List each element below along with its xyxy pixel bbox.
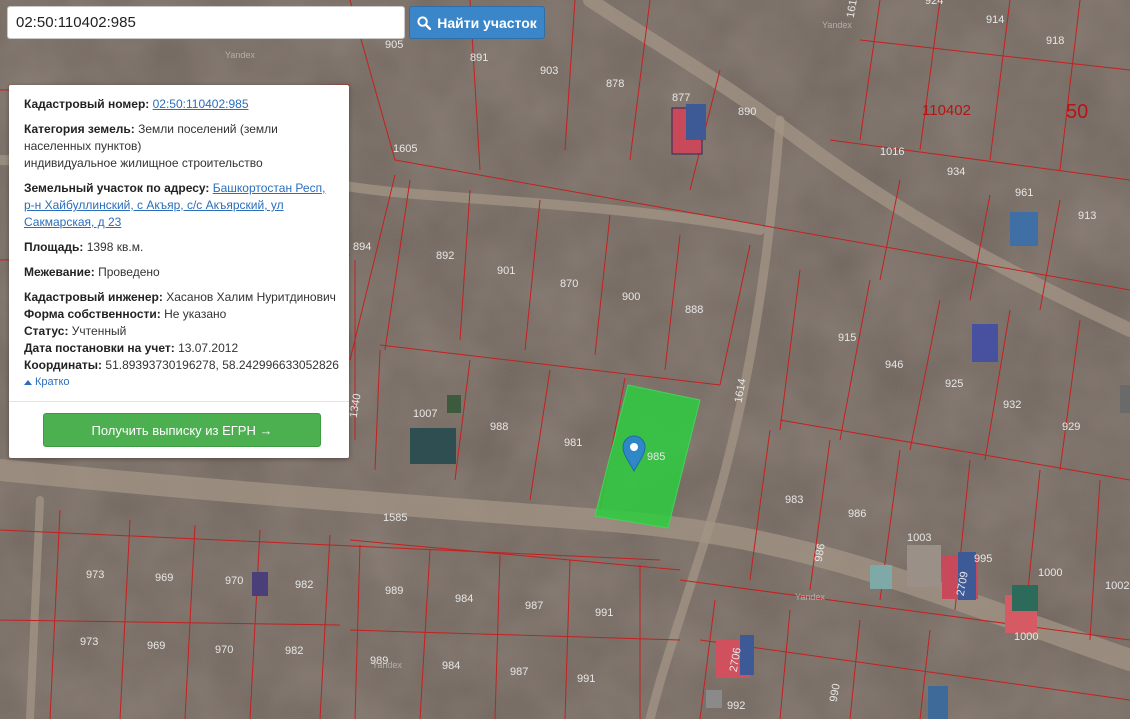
plot-label: 891: [470, 52, 488, 64]
plot-label: 1003: [907, 532, 931, 544]
plot-label: 901: [497, 265, 515, 277]
plot-label: 892: [436, 250, 454, 262]
map-watermark: Yandex: [822, 20, 852, 30]
plot-label: 914: [986, 14, 1004, 26]
plot-label: 903: [540, 65, 558, 77]
survey-label: Межевание:: [24, 265, 95, 279]
map-watermark: Yandex: [372, 660, 402, 670]
address-link-cont[interactable]: р-н Хайбуллинский, с Акъяр, с/с Акъярски…: [24, 198, 284, 212]
engineer-label: Кадастровый инженер:: [24, 290, 163, 304]
collapse-label: Кратко: [35, 376, 70, 388]
find-parcel-button[interactable]: Найти участок: [409, 6, 545, 39]
plot-label: 992: [727, 700, 745, 712]
plot-label: 1000: [1038, 567, 1062, 579]
plot-label: 932: [1003, 399, 1021, 411]
plot-label: 991: [595, 607, 613, 619]
plot-label: 969: [147, 640, 165, 652]
plot-label: 970: [225, 575, 243, 587]
address-label: Земельный участок по адресу:: [24, 181, 210, 195]
plot-label: 915: [838, 332, 856, 344]
plot-label: 970: [215, 644, 233, 656]
plot-label: 984: [442, 660, 460, 672]
plot-label: 1007: [413, 408, 437, 420]
plot-label: 973: [86, 569, 104, 581]
engineer-value: Хасанов Халим Нуритдинович: [166, 290, 336, 304]
plot-label: 973: [80, 636, 98, 648]
plot-label: 946: [885, 359, 903, 371]
coordinates-label: Координаты:: [24, 358, 103, 372]
plot-label: 1002: [1105, 580, 1129, 592]
get-egrn-extract-label: Получить выписку из ЕГРН →: [91, 422, 273, 438]
plot-label: 983: [785, 494, 803, 506]
plot-label: 984: [455, 593, 473, 605]
plot-label: 929: [1062, 421, 1080, 433]
plot-label: 987: [525, 600, 543, 612]
plot-label: 888: [685, 304, 703, 316]
plot-label: 989: [385, 585, 403, 597]
plot-label: 877: [672, 92, 690, 104]
plot-label: 894: [353, 241, 371, 253]
coordinates-value: 51.89393730196278, 58.242996633052826: [105, 358, 339, 372]
plot-label: 991: [577, 673, 595, 685]
survey-value: Проведено: [98, 265, 160, 279]
get-egrn-extract-button[interactable]: Получить выписку из ЕГРН →: [43, 413, 321, 447]
plot-label: 988: [490, 421, 508, 433]
cadastral-number-link[interactable]: 02:50:110402:985: [153, 97, 249, 111]
cadastral-search-input[interactable]: [7, 6, 405, 39]
land-use-value: индивидуальное жилищное строительство: [24, 156, 263, 170]
map-watermark: Yandex: [795, 592, 825, 602]
plot-label: 982: [285, 645, 303, 657]
find-parcel-button-label: Найти участок: [437, 14, 537, 31]
collapse-link[interactable]: Кратко: [24, 374, 339, 391]
plot-label: 1000: [1014, 631, 1038, 643]
plot-label: 870: [560, 278, 578, 290]
registration-date-label: Дата постановки на учет:: [24, 341, 175, 355]
land-category-value: Земли поселений (земли: [138, 122, 278, 136]
plot-label: 982: [295, 579, 313, 591]
plot-label: 1016: [880, 146, 904, 158]
status-label: Статус:: [24, 324, 69, 338]
ownership-value: Не указано: [164, 307, 227, 321]
area-label: Площадь:: [24, 240, 84, 254]
plot-label: 987: [510, 666, 528, 678]
address-link[interactable]: Башкортостан Респ,: [213, 181, 326, 195]
plot-label: 981: [564, 437, 582, 449]
block-number-label: 110402: [922, 102, 971, 119]
plot-label: 934: [947, 166, 965, 178]
plot-label: 900: [622, 291, 640, 303]
chevron-up-icon: [24, 380, 32, 385]
cadastral-number-label: Кадастровый номер:: [24, 97, 150, 111]
panel-divider: [9, 401, 349, 402]
ownership-label: Форма собственности:: [24, 307, 161, 321]
status-value: Учтенный: [71, 324, 127, 338]
plot-label: 890: [738, 106, 756, 118]
land-category-label: Категория земель:: [24, 122, 135, 136]
plot-label: 995: [974, 553, 992, 565]
plot-label: 961: [1015, 187, 1033, 199]
plot-label: 1605: [393, 143, 417, 155]
plot-label: 1585: [383, 512, 407, 524]
plot-label: 913: [1078, 210, 1096, 222]
marker-label: 985: [647, 451, 665, 463]
map-watermark: Yandex: [225, 50, 255, 60]
address-link-end[interactable]: Сакмарская, д 23: [24, 215, 121, 229]
land-category-value-cont: населенных пунктов): [24, 139, 142, 153]
plot-label: 986: [848, 508, 866, 520]
plot-label: 969: [155, 572, 173, 584]
district-number-label: 50: [1066, 101, 1088, 123]
parcel-info-panel: Кадастровый номер: 02:50:110402:985 Кате…: [9, 85, 349, 458]
plot-label: 878: [606, 78, 624, 90]
registration-date-value: 13.07.2012: [178, 341, 239, 355]
search-icon: [417, 15, 432, 30]
plot-label: 924: [925, 0, 943, 7]
plot-label: 905: [385, 39, 403, 51]
plot-label: 925: [945, 378, 963, 390]
plot-label: 918: [1046, 35, 1064, 47]
area-value: 1398 кв.м.: [86, 240, 144, 254]
